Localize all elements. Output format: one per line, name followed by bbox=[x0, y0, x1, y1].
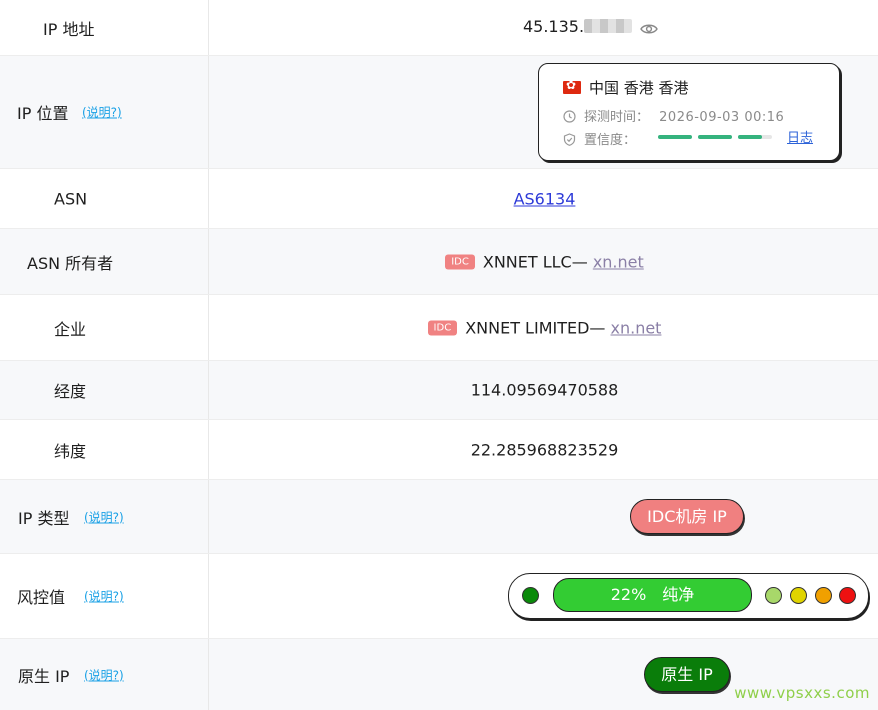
risk-dot-high bbox=[815, 587, 832, 604]
asn-owner-value: IDC XNNET LLC— xn.net bbox=[209, 252, 878, 271]
risk-status: 纯净 bbox=[662, 585, 695, 604]
ip-prefix: 45.135. bbox=[522, 16, 585, 36]
value-cell: AS6134 bbox=[209, 169, 878, 228]
native-ip-help-link[interactable]: (说明?) bbox=[84, 666, 124, 683]
confidence-bars bbox=[658, 129, 774, 145]
label-cell: 风控值 (说明?) bbox=[0, 554, 209, 638]
company-name: XNNET LIMITED— bbox=[465, 318, 611, 337]
label-cell: 经度 bbox=[0, 361, 209, 419]
row-asn: ASN AS6134 bbox=[0, 169, 878, 229]
confidence-bar-2 bbox=[698, 135, 732, 139]
eye-icon[interactable] bbox=[640, 20, 658, 39]
label-cell: 纬度 bbox=[0, 420, 209, 479]
masked-ip-segment bbox=[584, 18, 633, 33]
watermark: www.vpsxxs.com bbox=[734, 684, 870, 702]
label-cell: ASN 所有者 bbox=[0, 229, 209, 294]
value-cell: 22.285968823529 bbox=[209, 420, 878, 479]
asn-value: AS6134 bbox=[209, 189, 878, 208]
value-cell: 中国 香港 香港 探测时间： 2026-09-03 00:16 置信度： 日志 bbox=[209, 56, 878, 168]
value-cell: IDC XNNET LLC— xn.net bbox=[209, 229, 878, 294]
row-asn-owner: ASN 所有者 IDC XNNET LLC— xn.net bbox=[0, 229, 878, 295]
label-cell: IP 类型 (说明?) bbox=[0, 480, 209, 553]
risk-dot-medium bbox=[790, 587, 807, 604]
label-cell: 企业 bbox=[0, 295, 209, 360]
risk-dot-critical bbox=[839, 587, 856, 604]
risk-dot-start bbox=[522, 587, 539, 604]
idc-badge: IDC bbox=[427, 320, 458, 335]
shield-check-icon bbox=[563, 133, 576, 150]
latitude-label: 纬度 bbox=[54, 441, 87, 461]
ip-address-value: 45.135. bbox=[209, 17, 878, 39]
latitude-value: 22.285968823529 bbox=[470, 440, 619, 459]
value-cell: IDC机房 IP bbox=[209, 480, 878, 553]
row-company: 企业 IDC XNNET LIMITED— xn.net bbox=[0, 295, 878, 361]
value-cell: 22% 纯净 bbox=[209, 554, 878, 638]
risk-label: 风控值 bbox=[17, 588, 66, 607]
longitude-label: 经度 bbox=[54, 382, 87, 401]
label-cell: 原生 IP (说明?) bbox=[0, 639, 209, 710]
ip-type-label: IP 类型 bbox=[18, 508, 70, 528]
confidence-label: 置信度： bbox=[584, 133, 637, 148]
ip-location-help-link[interactable]: (说明?) bbox=[82, 104, 122, 121]
native-ip-pill: 原生 IP bbox=[644, 657, 730, 692]
detect-time-label: 探测时间： bbox=[584, 110, 650, 125]
company-label: 企业 bbox=[54, 319, 87, 339]
label-cell: IP 地址 bbox=[0, 0, 209, 55]
location-card: 中国 香港 香港 探测时间： 2026-09-03 00:16 置信度： 日志 bbox=[538, 63, 840, 161]
label-cell: IP 位置 (说明?) bbox=[0, 56, 209, 168]
longitude-value: 114.09569470588 bbox=[470, 380, 619, 400]
risk-percent: 22% bbox=[610, 585, 647, 604]
risk-gauge: 22% 纯净 bbox=[508, 573, 869, 619]
confidence-bar-3-fill bbox=[738, 135, 762, 139]
ip-address-label: IP 地址 bbox=[43, 19, 95, 39]
asn-owner-label: ASN 所有者 bbox=[27, 253, 114, 273]
confidence-line: 置信度： bbox=[563, 129, 772, 150]
ip-location-label: IP 位置 bbox=[17, 104, 69, 123]
log-link[interactable]: 日志 bbox=[787, 127, 813, 146]
ip-type-help-link[interactable]: (说明?) bbox=[84, 508, 124, 525]
native-ip-label: 原生 IP bbox=[18, 666, 70, 686]
row-latitude: 纬度 22.285968823529 bbox=[0, 420, 878, 480]
idc-badge: IDC bbox=[445, 254, 475, 269]
detect-time-line: 探测时间： 2026-09-03 00:16 bbox=[563, 106, 784, 127]
hong-kong-flag-icon bbox=[563, 78, 581, 94]
asn-owner-domain-link[interactable]: xn.net bbox=[593, 252, 644, 271]
row-ip-address: IP 地址 45.135. bbox=[0, 0, 878, 56]
asn-owner-name: XNNET LLC— bbox=[482, 252, 593, 271]
value-cell: 114.09569470588 bbox=[209, 361, 878, 419]
risk-score-bar: 22% 纯净 bbox=[553, 578, 752, 612]
row-ip-location: IP 位置 (说明?) 中国 香港 香港 探测时间： 2026-09-03 00… bbox=[0, 56, 878, 169]
detect-time-value: 2026-09-03 00:16 bbox=[659, 110, 785, 125]
value-cell: IDC XNNET LIMITED— xn.net bbox=[209, 295, 878, 360]
location-place-text: 中国 香港 香港 bbox=[589, 79, 689, 97]
location-place: 中国 香港 香港 bbox=[563, 77, 689, 98]
confidence-bar-1 bbox=[658, 135, 692, 139]
company-value: IDC XNNET LIMITED— xn.net bbox=[209, 318, 878, 337]
value-cell: 45.135. bbox=[209, 0, 878, 55]
asn-label: ASN bbox=[54, 189, 88, 208]
clock-icon bbox=[563, 110, 576, 127]
risk-dot-low bbox=[765, 587, 782, 604]
row-longitude: 经度 114.09569470588 bbox=[0, 361, 878, 420]
label-cell: ASN bbox=[0, 169, 209, 228]
asn-link[interactable]: AS6134 bbox=[514, 189, 576, 208]
company-domain-link[interactable]: xn.net bbox=[611, 318, 662, 337]
row-ip-type: IP 类型 (说明?) IDC机房 IP bbox=[0, 480, 878, 554]
risk-help-link[interactable]: (说明?) bbox=[84, 588, 124, 605]
ip-type-pill: IDC机房 IP bbox=[630, 499, 744, 534]
row-risk: 风控值 (说明?) 22% 纯净 bbox=[0, 554, 878, 639]
